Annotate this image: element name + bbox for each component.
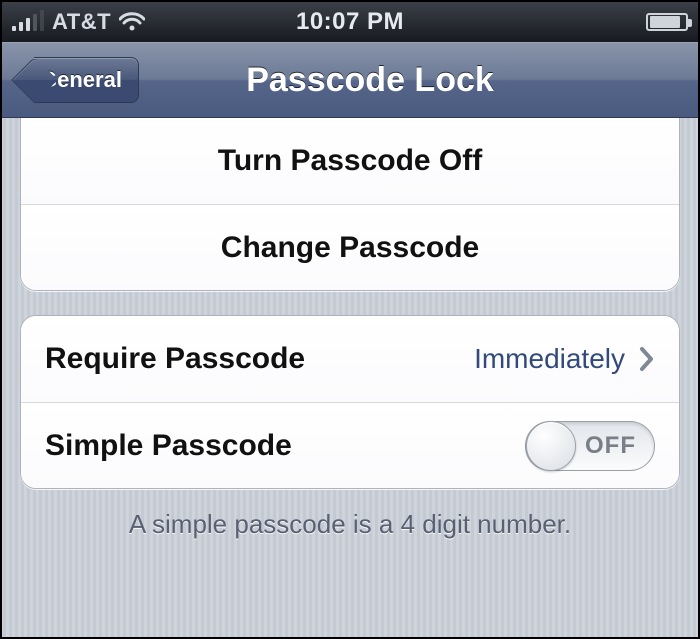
row-label: Simple Passcode (45, 429, 292, 463)
row-value: Immediately (474, 343, 655, 375)
turn-passcode-off-button[interactable]: Turn Passcode Off (21, 118, 679, 204)
simple-passcode-row: Simple Passcode OFF (21, 402, 679, 488)
simple-passcode-toggle[interactable]: OFF (525, 421, 655, 471)
change-passcode-button[interactable]: Change Passcode (21, 204, 679, 290)
footer-help-text: A simple passcode is a 4 digit number. (32, 509, 668, 540)
require-passcode-value: Immediately (474, 343, 625, 375)
status-right (646, 13, 688, 31)
settings-group-options: Require Passcode Immediately Simple Pass… (20, 315, 680, 489)
nav-bar: General Passcode Lock (2, 42, 698, 118)
settings-group-passcode: Turn Passcode Off Change Passcode (20, 118, 680, 291)
status-bar: AT&T 10:07 PM (2, 2, 698, 42)
toggle-knob-icon (526, 421, 576, 471)
require-passcode-row[interactable]: Require Passcode Immediately (21, 316, 679, 402)
toggle-state-label: OFF (585, 432, 636, 460)
chevron-right-icon (639, 346, 655, 372)
row-label: Change Passcode (221, 231, 479, 265)
back-button-label: General (40, 67, 122, 93)
battery-icon (646, 13, 688, 31)
status-time: 10:07 PM (2, 8, 698, 36)
content: Turn Passcode Off Change Passcode Requir… (2, 118, 698, 540)
row-label: Require Passcode (45, 342, 305, 376)
row-label: Turn Passcode Off (218, 144, 483, 178)
back-button[interactable]: General (34, 57, 139, 103)
